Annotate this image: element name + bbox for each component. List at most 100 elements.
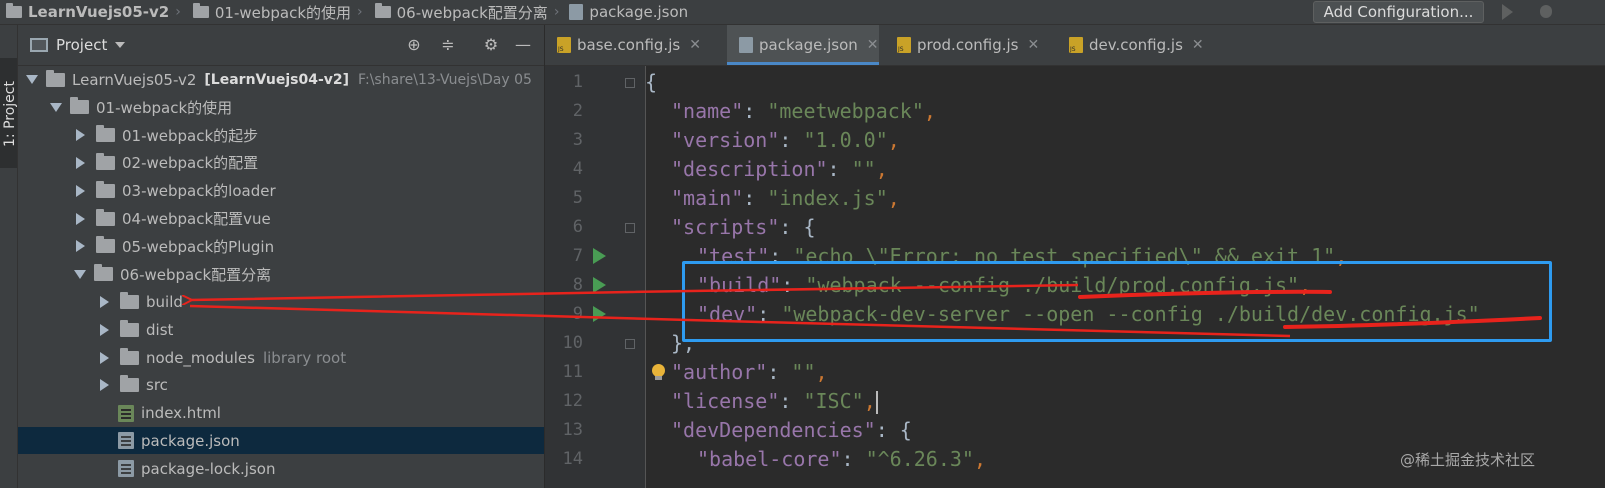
chevron-right-icon[interactable] <box>76 129 85 142</box>
fold-marker-icon[interactable] <box>625 78 635 88</box>
code-line: "main": "index.js", <box>645 184 900 213</box>
editor-tab-label: dev.config.js <box>1089 36 1183 54</box>
json-key: "babel-core" <box>697 447 842 471</box>
editor-tab[interactable]: package.json ✕ <box>727 25 879 65</box>
folder-icon <box>46 69 65 87</box>
folder-icon <box>96 208 115 226</box>
close-icon[interactable]: ✕ <box>867 37 879 53</box>
breadcrumb-folder[interactable]: 06-webpack配置分离 <box>369 2 548 23</box>
json-string: "^6.26.3" <box>865 447 974 471</box>
chevron-down-icon[interactable] <box>50 102 62 112</box>
json-file-icon <box>569 4 584 20</box>
tree-item[interactable]: index.html <box>18 400 544 427</box>
line-number: 2 <box>572 101 583 121</box>
tree-item[interactable]: build <box>18 288 544 315</box>
chevron-down-icon[interactable] <box>115 42 126 48</box>
close-icon[interactable]: ✕ <box>1192 37 1204 53</box>
breadcrumb-file[interactable]: package.json <box>565 3 688 21</box>
folder-icon <box>374 3 391 18</box>
folder-icon <box>70 97 89 115</box>
json-string: "1.0.0" <box>803 128 888 152</box>
breadcrumb-folder[interactable]: 01-webpack的使用 <box>187 2 351 23</box>
folder-icon <box>96 180 115 198</box>
tree-item-label: src <box>146 376 168 395</box>
tree-item[interactable]: src <box>18 372 544 399</box>
chevron-right-icon[interactable] <box>76 240 85 253</box>
editor-tab[interactable]: base.config.js ✕ <box>545 25 715 65</box>
breadcrumb-project[interactable]: LearnVuejs05-v2 <box>0 3 169 21</box>
project-view-selector[interactable]: Project <box>56 36 107 54</box>
chevron-right-icon[interactable] <box>100 379 109 392</box>
run-icon[interactable] <box>1502 4 1513 20</box>
tree-item-label: build <box>146 292 183 311</box>
tree-item[interactable]: 01-webpack的使用 <box>18 94 544 121</box>
fold-marker-icon[interactable] <box>625 339 635 349</box>
run-script-icon[interactable] <box>593 277 606 293</box>
collapse-all-icon[interactable]: ≑ <box>440 37 456 53</box>
navigation-bar: LearnVuejs05-v2 › 01-webpack的使用 › 06-web… <box>0 0 1605 25</box>
tree-item[interactable]: 02-webpack的配置 <box>18 149 544 176</box>
run-script-icon[interactable] <box>593 248 606 264</box>
tree-item-label: LearnVuejs05-v2 <box>72 70 197 89</box>
tree-item[interactable]: 03-webpack的loader <box>18 177 544 204</box>
chevron-down-icon[interactable] <box>74 269 86 279</box>
tree-item[interactable]: node_modules library root <box>18 344 544 371</box>
json-key: "description" <box>671 157 828 181</box>
chevron-down-icon[interactable] <box>26 75 38 84</box>
json-punctuation: : <box>827 157 852 181</box>
chevron-right-icon[interactable] <box>100 295 109 308</box>
tree-item-label: 01-webpack的起步 <box>122 126 259 145</box>
project-tool-window-label: 1: Project <box>2 81 18 147</box>
chevron-right-icon[interactable] <box>76 156 85 169</box>
editor-tab-label: base.config.js <box>577 36 681 54</box>
hide-panel-icon[interactable]: — <box>515 37 531 53</box>
folder-icon <box>94 264 113 282</box>
project-tool-window-tab[interactable]: 1: Project <box>0 58 18 168</box>
breadcrumb-label: 06-webpack配置分离 <box>396 3 548 22</box>
json-string: "" <box>851 157 876 181</box>
debug-icon[interactable] <box>1540 5 1552 18</box>
tree-item[interactable]: LearnVuejs05-v2 [LearnVuejs04-v2] F:\share… <box>18 66 544 93</box>
tree-item[interactable]: package-lock.json <box>18 455 544 482</box>
folder-icon <box>120 319 139 337</box>
fold-marker-icon[interactable] <box>625 223 635 233</box>
editor-tab[interactable]: prod.config.js ✕ <box>885 25 1051 65</box>
chevron-right-icon[interactable] <box>100 323 109 336</box>
project-panel: Project ⊕ ≑ ⚙ — LearnVuejs05-v2 [LearnVue… <box>18 25 544 488</box>
run-script-icon[interactable] <box>593 306 606 322</box>
tree-item-label: node_modules <box>146 348 255 367</box>
html-file-icon <box>118 404 134 422</box>
close-icon[interactable]: ✕ <box>1027 37 1039 53</box>
tree-item[interactable]: 06-webpack配置分离 <box>18 261 544 288</box>
tree-item[interactable]: 01-webpack的起步 <box>18 122 544 149</box>
tree-item-label: 01-webpack的使用 <box>96 98 233 117</box>
folder-icon <box>192 3 209 18</box>
close-icon[interactable]: ✕ <box>689 37 701 53</box>
tree-item[interactable]: package.json <box>18 427 544 455</box>
chevron-right-icon[interactable] <box>76 184 85 197</box>
editor-tab[interactable]: dev.config.js ✕ <box>1057 25 1207 65</box>
chevron-right-icon[interactable] <box>100 351 109 364</box>
line-number: 10 <box>562 333 583 353</box>
line-number: 4 <box>572 159 583 179</box>
line-number: 11 <box>562 362 583 382</box>
code-line: { <box>645 68 657 97</box>
json-string: "meetwebpack" <box>767 99 924 123</box>
add-configuration-button[interactable]: Add Configuration... <box>1313 1 1484 23</box>
tree-item-label: index.html <box>141 404 221 423</box>
line-number: 6 <box>572 217 583 237</box>
lightbulb-icon[interactable] <box>652 364 665 380</box>
tree-item[interactable]: 05-webpack的Plugin <box>18 233 544 260</box>
tree-item-label: dist <box>146 320 174 339</box>
gear-icon[interactable]: ⚙ <box>483 37 499 53</box>
json-file-icon <box>118 432 134 450</box>
tree-item[interactable]: dist <box>18 316 544 343</box>
json-punctuation: , <box>973 447 987 471</box>
line-number: 9 <box>572 304 583 324</box>
tree-item[interactable]: 04-webpack配置vue <box>18 205 544 232</box>
locate-file-icon[interactable]: ⊕ <box>406 37 422 53</box>
editor-tab-label: package.json <box>759 36 858 54</box>
js-file-icon <box>1069 37 1083 53</box>
line-number: 12 <box>562 391 583 411</box>
chevron-right-icon[interactable] <box>76 212 85 225</box>
